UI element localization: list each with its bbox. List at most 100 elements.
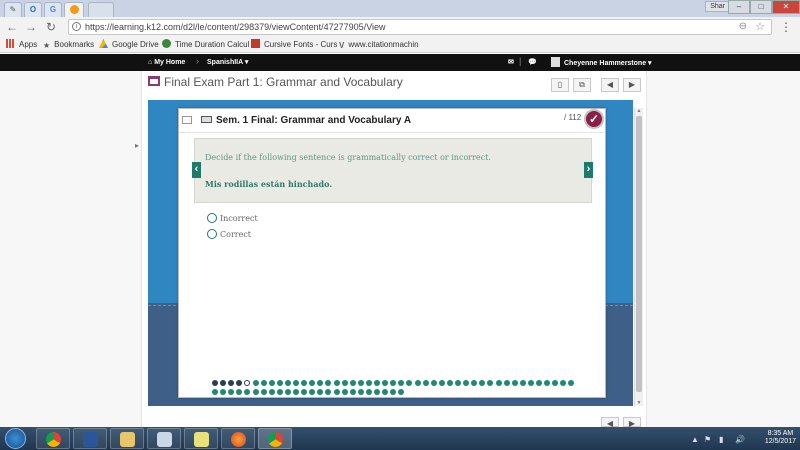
question-dot[interactable]	[301, 389, 308, 395]
question-dot[interactable]	[536, 380, 542, 386]
question-dot[interactable]	[293, 389, 299, 395]
previous-question-button[interactable]: ‹	[192, 162, 201, 178]
my-home-link[interactable]: ⌂ My Home	[148, 57, 185, 68]
chat-icon[interactable]: 💬	[528, 57, 537, 68]
envelope-icon[interactable]	[182, 116, 192, 124]
question-dot[interactable]	[260, 380, 267, 386]
next-topic-bottom-button[interactable]: ▶	[623, 417, 641, 428]
start-button[interactable]	[5, 428, 26, 449]
bookmark-cursive-fonts[interactable]: Cursive Fonts - Curs	[251, 39, 337, 51]
bookmark-page-button[interactable]: ▯	[551, 78, 569, 92]
question-dot[interactable]	[357, 380, 364, 386]
show-hidden-icons[interactable]: ▲	[691, 435, 699, 444]
minimize-button[interactable]: –	[728, 0, 750, 14]
previous-topic-button[interactable]: ◀	[601, 78, 619, 92]
radio-button[interactable]	[207, 229, 217, 239]
scrollbar-thumb[interactable]	[636, 116, 642, 392]
question-dot[interactable]	[333, 380, 340, 386]
question-dot[interactable]	[560, 380, 567, 386]
next-topic-button[interactable]: ▶	[623, 78, 641, 92]
bookmark-apps[interactable]: Apps	[6, 39, 37, 51]
question-dot[interactable]	[382, 380, 389, 386]
question-dot[interactable]	[212, 389, 218, 395]
tab-outlook[interactable]: O	[24, 2, 42, 17]
network-icon[interactable]: ▮	[719, 435, 723, 444]
next-question-button[interactable]: ›	[584, 162, 593, 178]
previous-topic-bottom-button[interactable]: ◀	[601, 417, 619, 428]
question-dot[interactable]	[220, 380, 227, 386]
question-dot[interactable]	[309, 389, 316, 395]
question-dot[interactable]	[479, 380, 486, 386]
bookmark-bookmarks[interactable]: ★ Bookmarks	[43, 39, 94, 51]
tab-k12[interactable]	[64, 2, 84, 17]
question-dot[interactable]	[414, 380, 421, 386]
question-dot[interactable]	[495, 380, 502, 386]
question-dot[interactable]	[301, 380, 308, 386]
volume-icon[interactable]: 🔊	[735, 435, 745, 444]
taskbar-chrome[interactable]	[36, 428, 70, 449]
question-dot[interactable]	[511, 380, 518, 386]
question-dot[interactable]	[374, 380, 380, 386]
question-dot[interactable]	[325, 389, 332, 395]
question-dot[interactable]	[268, 380, 275, 386]
question-dot[interactable]	[406, 380, 413, 386]
info-icon[interactable]: i	[72, 22, 81, 31]
taskbar-sticky-notes[interactable]	[184, 428, 218, 449]
content-scrollbar[interactable]: ▲ ▼	[634, 108, 643, 406]
question-dot[interactable]	[390, 380, 397, 386]
question-dot[interactable]	[357, 389, 364, 395]
question-dot[interactable]	[236, 380, 243, 386]
taskbar-word[interactable]	[73, 428, 107, 449]
question-dot[interactable]	[268, 389, 275, 395]
bookmark-google-drive[interactable]: Google Drive	[99, 39, 159, 51]
taskbar-firefox[interactable]	[221, 428, 255, 449]
browser-menu-icon[interactable]: ⋮	[780, 20, 792, 34]
question-dot[interactable]	[349, 389, 356, 395]
question-dot[interactable]	[309, 380, 316, 386]
question-dot[interactable]	[252, 389, 259, 395]
expand-panel-icon[interactable]: ▸	[135, 141, 139, 150]
question-dot[interactable]	[552, 380, 559, 386]
reload-icon[interactable]: ↻	[46, 20, 56, 34]
question-dot[interactable]	[325, 380, 332, 386]
question-dot[interactable]	[438, 380, 445, 386]
taskbar-chrome-active[interactable]	[258, 428, 292, 449]
question-dot[interactable]	[544, 380, 551, 386]
back-icon[interactable]: ←	[6, 20, 18, 34]
question-dot[interactable]	[398, 389, 405, 395]
taskbar-explorer[interactable]	[110, 428, 144, 449]
question-dot[interactable]	[390, 389, 397, 395]
question-dot[interactable]	[317, 389, 324, 395]
question-dot[interactable]	[487, 380, 494, 386]
question-dot[interactable]	[284, 380, 291, 386]
question-dot[interactable]	[244, 389, 251, 395]
question-dot[interactable]	[422, 380, 429, 386]
question-dot[interactable]	[317, 380, 324, 386]
question-dot[interactable]	[341, 389, 348, 395]
question-dot[interactable]	[365, 389, 372, 395]
maximize-button[interactable]: □	[750, 0, 772, 14]
question-dot[interactable]	[244, 380, 251, 386]
question-dot[interactable]	[471, 380, 478, 386]
bookmark-time-duration[interactable]: Time Duration Calcul	[162, 39, 249, 51]
question-dot[interactable]	[519, 380, 526, 386]
question-dot[interactable]	[374, 389, 380, 395]
open-new-window-button[interactable]: ⧉	[573, 78, 591, 92]
question-dot[interactable]	[276, 389, 283, 395]
tab-edit[interactable]: ✎	[4, 2, 22, 17]
zoom-icon[interactable]: ⊖	[739, 20, 747, 34]
question-dot[interactable]	[455, 380, 461, 386]
bookmark-star-icon[interactable]: ☆	[755, 20, 765, 34]
question-dot[interactable]	[260, 389, 267, 395]
question-dot[interactable]	[527, 380, 534, 386]
question-dot[interactable]	[503, 380, 510, 386]
question-dot[interactable]	[212, 380, 218, 386]
scroll-down-icon[interactable]: ▼	[635, 400, 643, 406]
question-dot[interactable]	[228, 389, 235, 395]
question-dot[interactable]	[365, 380, 372, 386]
question-dot[interactable]	[276, 380, 283, 386]
close-button[interactable]: ✕	[772, 0, 800, 14]
taskbar-calculator[interactable]	[147, 428, 181, 449]
action-center-icon[interactable]: ⚑	[704, 435, 711, 444]
question-dot[interactable]	[382, 389, 389, 395]
